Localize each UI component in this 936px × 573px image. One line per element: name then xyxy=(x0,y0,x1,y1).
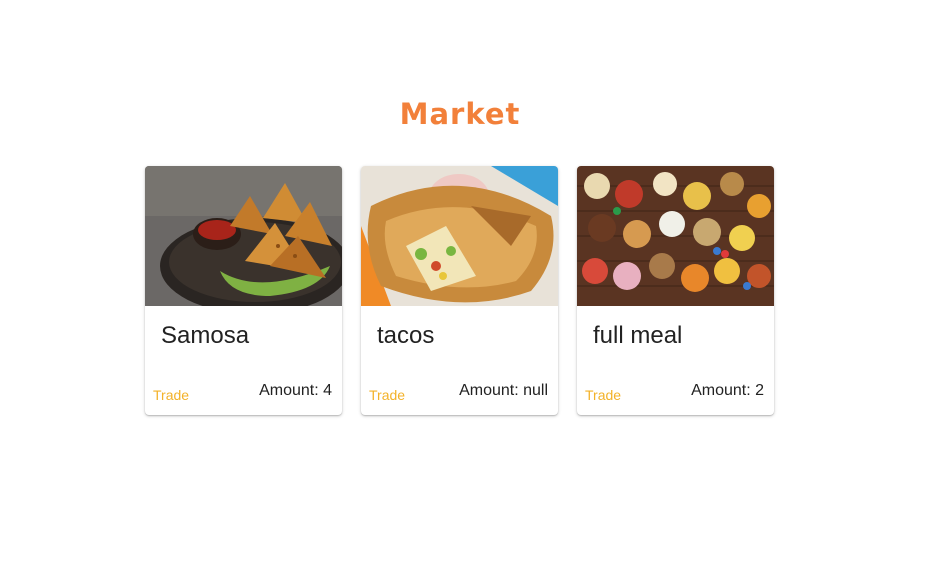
amount-label: Amount: 4 xyxy=(259,382,332,399)
card-title: tacos xyxy=(377,322,435,349)
market-card: full meal Trade Amount: 2 xyxy=(577,166,774,415)
market-card: Samosa Trade Amount: 4 xyxy=(145,166,342,415)
trade-button[interactable]: Trade xyxy=(585,387,621,403)
card-title: Samosa xyxy=(161,322,250,349)
page-title: Market xyxy=(399,97,521,131)
amount-label: Amount: 2 xyxy=(691,382,764,399)
samosa-image xyxy=(145,166,342,306)
market-card: tacos Trade Amount: null xyxy=(361,166,558,415)
market-card-list: Samosa Trade Amount: 4 tacos Trade Amoun… xyxy=(145,166,774,415)
trade-button[interactable]: Trade xyxy=(369,387,405,403)
amount-label: Amount: null xyxy=(459,382,548,399)
tacos-image xyxy=(361,166,558,306)
snack-spread-image xyxy=(577,166,774,306)
card-title: full meal xyxy=(593,322,683,349)
trade-button[interactable]: Trade xyxy=(153,387,189,403)
